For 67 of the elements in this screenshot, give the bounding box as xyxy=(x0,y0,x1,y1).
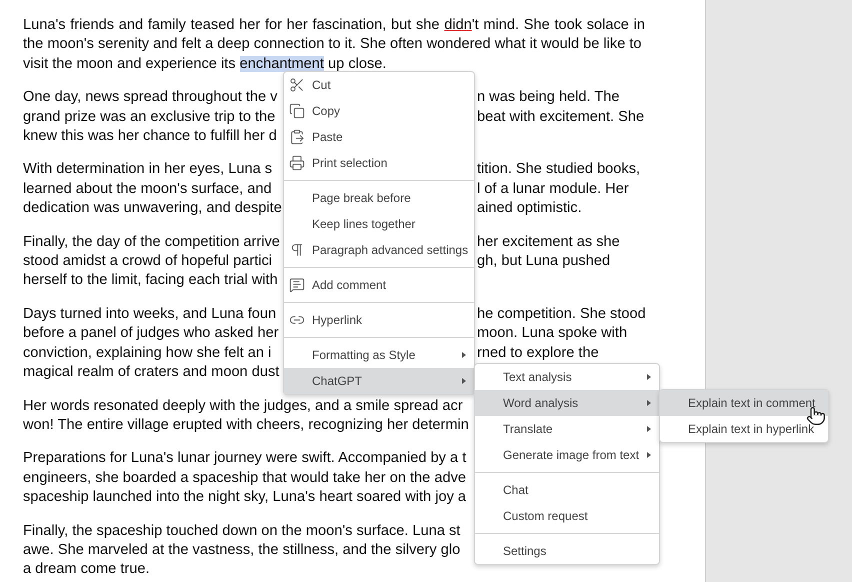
menu-item[interactable]: Paste xyxy=(284,124,474,150)
caret-icon xyxy=(647,400,651,406)
text-line: ained optimistic. xyxy=(477,199,582,218)
text-line: n was being held. The xyxy=(477,88,620,108)
menu-item[interactable]: Word analysis xyxy=(475,390,659,416)
text-line: learned about the moon's surface, and xyxy=(23,180,272,199)
scissors-icon xyxy=(289,77,305,93)
text-line: conviction, explaining how she felt an i xyxy=(23,344,272,363)
menu-item[interactable]: Copy xyxy=(284,98,474,124)
menu-item[interactable]: Keep lines together xyxy=(284,211,474,237)
menu-item[interactable]: Page break before xyxy=(284,185,474,211)
text-line: won! The entire village erupted with cheers, recognizing her determin xyxy=(23,416,469,435)
caret-icon xyxy=(647,426,651,432)
text-line: With determination in her eyes, Luna s xyxy=(23,160,272,180)
menu-item[interactable]: Formatting as Style xyxy=(284,342,474,368)
hand-cursor-icon xyxy=(806,406,826,426)
caret-icon xyxy=(647,374,651,380)
text-line: Finally, the day of the competition arrive xyxy=(23,232,280,252)
text-line: l of a lunar module. Her xyxy=(477,180,629,199)
menu-item[interactable]: Settings xyxy=(475,538,659,564)
text-line: awe. She marveled at the vastness, the stillness, and the silvery glo xyxy=(23,540,460,560)
paste-icon xyxy=(289,129,305,145)
menu-item[interactable]: Cut xyxy=(284,72,474,98)
menu-item[interactable]: ChatGPT xyxy=(284,368,474,394)
caret-icon xyxy=(462,378,466,384)
caret-icon xyxy=(647,452,651,458)
text-line: visit the moon and experience its enchantment up close. xyxy=(23,54,386,74)
menu-item[interactable]: Paragraph advanced settings xyxy=(284,237,474,263)
menu-item[interactable]: Chat xyxy=(475,477,659,503)
text-line: Her words resonated deeply with the judges, and a smile spread acr xyxy=(23,396,463,416)
text-line: Luna's friends and family teased her for her fascination, but she didn't mind. She took solace in xyxy=(23,16,645,35)
text-line: Preparations for Luna's lunar journey were swift. Accompanied by a t xyxy=(23,449,466,468)
menu-item[interactable]: Explain text in hyperlink xyxy=(660,416,828,442)
menu-item[interactable]: Translate xyxy=(475,416,659,442)
text-line: stood amidst a crowd of hopeful partici xyxy=(23,252,272,272)
menu-item[interactable]: Custom request xyxy=(475,503,659,529)
text-line: dedication was unwavering, and despite xyxy=(23,199,282,218)
text-line: before a panel of judges who asked her xyxy=(23,324,279,344)
text-line: spaceship launched into the night sky, Luna's heart soared with joy a xyxy=(23,488,466,508)
comment-icon xyxy=(289,277,305,293)
text-line: moon. Luna spoke with xyxy=(477,324,628,344)
caret-icon xyxy=(462,352,466,358)
copy-icon xyxy=(289,103,305,119)
pilcrow-icon xyxy=(289,242,305,258)
text-line: rned to explore the xyxy=(477,344,599,363)
text-line: One day, news spread throughout the v xyxy=(23,88,278,108)
text-line: engineers, she boarded a spaceship that would take her on the adve xyxy=(23,468,466,488)
text-line: Finally, the spaceship touched down on the moon's surface. Luna st xyxy=(23,522,460,541)
text-line: her excitement as she xyxy=(477,232,620,252)
menu-item[interactable]: Add comment xyxy=(284,272,474,298)
printer-icon xyxy=(289,155,305,171)
text-line: gh, but Luna pushed xyxy=(477,252,610,272)
text-line: herself to the limit, facing each trial with xyxy=(23,271,278,290)
text-line: knew this was her chance to fulfill her d xyxy=(23,127,277,146)
text-line: the moon's serenity and felt a deep connection to it. She often wondered what it would be like to xyxy=(23,35,642,54)
text-line: beat with excitement. She xyxy=(477,108,644,127)
menu-item[interactable]: Hyperlink xyxy=(284,307,474,333)
menu-item[interactable]: Generate image from text xyxy=(475,442,659,468)
menu-item[interactable]: Text analysis xyxy=(475,364,659,390)
text-line: tition. She studied books, xyxy=(477,160,640,180)
menu-item[interactable]: Explain text in comment xyxy=(660,390,828,416)
menu-item[interactable]: Print selection xyxy=(284,150,474,176)
text-line: Days turned into weeks, and Luna foun xyxy=(23,304,276,324)
text-line: grand prize was an exclusive trip to the xyxy=(23,108,276,127)
text-line: magical realm of craters and moon dust xyxy=(23,363,280,382)
text-line: a dream come true. xyxy=(23,560,150,580)
text-line: he competition. She stood xyxy=(477,304,646,324)
